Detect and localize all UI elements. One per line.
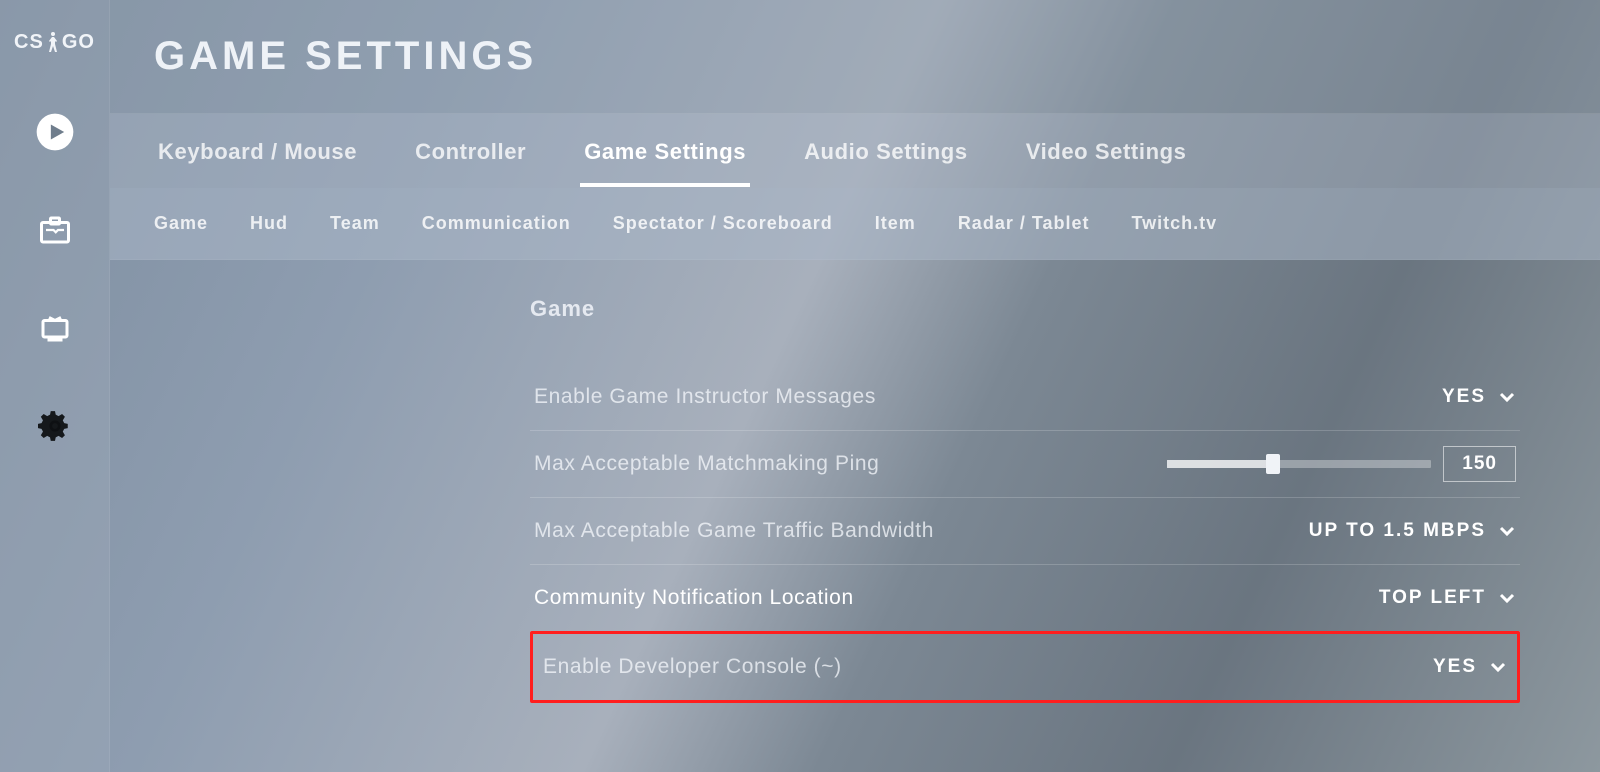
section-heading-game: Game: [530, 296, 1520, 322]
csgo-logo: CS GO: [14, 30, 95, 54]
row-label: Max Acceptable Game Traffic Bandwidth: [534, 519, 934, 543]
chevron-down-icon: [1489, 658, 1507, 676]
tab-controller[interactable]: Controller: [411, 117, 530, 185]
subtab-radar[interactable]: Radar / Tablet: [958, 213, 1090, 234]
row-label: Enable Game Instructor Messages: [534, 385, 876, 409]
subtab-spectator[interactable]: Spectator / Scoreboard: [613, 213, 833, 234]
page-title: GAME SETTINGS: [154, 34, 537, 79]
row-game-instructor: Enable Game Instructor Messages YES: [530, 364, 1520, 431]
row-traffic-bandwidth: Max Acceptable Game Traffic Bandwidth UP…: [530, 498, 1520, 565]
dropdown-value: TOP LEFT: [1379, 587, 1486, 609]
dropdown-value: UP TO 1.5 MBPS: [1309, 520, 1486, 542]
row-developer-console: Enable Developer Console (~) YES: [530, 631, 1520, 703]
settings-icon[interactable]: [35, 406, 75, 446]
main: GAME SETTINGS Keyboard / Mouse Controlle…: [110, 0, 1600, 772]
dropdown-game-instructor[interactable]: YES: [1442, 386, 1516, 408]
chevron-down-icon: [1498, 522, 1516, 540]
subtab-hud[interactable]: Hud: [250, 213, 288, 234]
sidebar: CS GO: [0, 0, 110, 772]
logo-text-left: CS: [14, 31, 44, 54]
chevron-down-icon: [1498, 589, 1516, 607]
slider-track[interactable]: [1167, 460, 1431, 468]
dropdown-value: YES: [1442, 386, 1486, 408]
title-bar: GAME SETTINGS: [110, 0, 1600, 114]
tabs-minor: Game Hud Team Communication Spectator / …: [110, 188, 1600, 260]
tab-keyboard-mouse[interactable]: Keyboard / Mouse: [154, 117, 361, 185]
tabs-major: Keyboard / Mouse Controller Game Setting…: [110, 114, 1600, 188]
slider-value[interactable]: 150: [1443, 446, 1516, 482]
slider-fill: [1167, 460, 1273, 468]
logo-text-right: GO: [62, 31, 95, 54]
row-community-notification: Community Notification Location TOP LEFT: [530, 565, 1520, 632]
soldier-icon: [46, 30, 60, 54]
chevron-down-icon: [1498, 388, 1516, 406]
subtab-game[interactable]: Game: [154, 213, 208, 234]
slider-matchmaking-ping[interactable]: 150: [1167, 446, 1516, 482]
subtab-team[interactable]: Team: [330, 213, 380, 234]
subtab-item[interactable]: Item: [875, 213, 916, 234]
slider-thumb[interactable]: [1266, 454, 1280, 474]
row-label: Max Acceptable Matchmaking Ping: [534, 452, 879, 476]
dropdown-value: YES: [1433, 656, 1477, 678]
subtab-communication[interactable]: Communication: [422, 213, 571, 234]
dropdown-developer-console[interactable]: YES: [1433, 656, 1507, 678]
row-label: Community Notification Location: [534, 586, 854, 610]
play-icon[interactable]: [35, 112, 75, 152]
row-label: Enable Developer Console (~): [543, 655, 842, 679]
tab-game-settings[interactable]: Game Settings: [580, 117, 750, 185]
row-matchmaking-ping: Max Acceptable Matchmaking Ping 150: [530, 431, 1520, 498]
settings-pane: Game Enable Game Instructor Messages YES…: [110, 260, 1600, 772]
dropdown-community-notification[interactable]: TOP LEFT: [1379, 587, 1516, 609]
dropdown-traffic-bandwidth[interactable]: UP TO 1.5 MBPS: [1309, 520, 1516, 542]
tab-audio-settings[interactable]: Audio Settings: [800, 117, 972, 185]
subtab-twitch[interactable]: Twitch.tv: [1132, 213, 1218, 234]
tab-video-settings[interactable]: Video Settings: [1022, 117, 1191, 185]
watch-icon[interactable]: [35, 308, 75, 348]
inventory-icon[interactable]: [35, 210, 75, 250]
